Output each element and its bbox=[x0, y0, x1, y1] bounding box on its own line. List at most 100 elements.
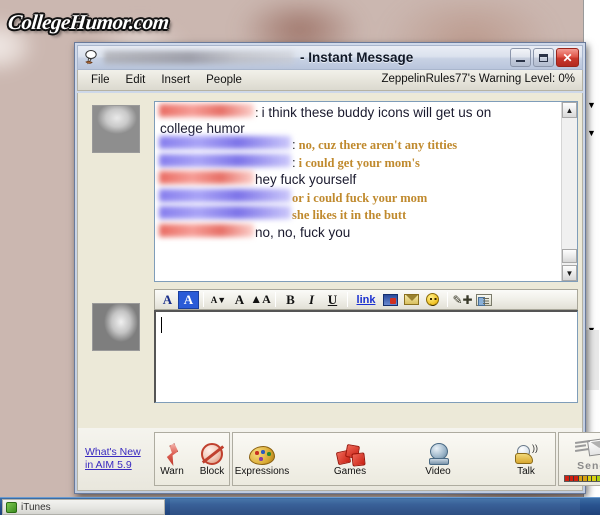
insert-smiley-button[interactable] bbox=[422, 291, 443, 309]
games-button[interactable]: Games bbox=[321, 441, 379, 477]
sender-colon: : bbox=[292, 137, 296, 153]
text-caret bbox=[161, 317, 162, 333]
remote-buddy-icon[interactable] bbox=[92, 105, 140, 153]
remote-buddy-icon-column bbox=[78, 93, 154, 288]
sender-name-blurred bbox=[159, 223, 254, 237]
message-text: i could get your mom's bbox=[298, 155, 420, 170]
menu-people[interactable]: People bbox=[199, 73, 251, 88]
font-size-larger-button[interactable]: ▲A bbox=[250, 291, 271, 309]
whats-new-block[interactable]: What's New in AIM 5.9 bbox=[78, 428, 154, 490]
menu-edit[interactable]: Edit bbox=[119, 73, 155, 88]
window-controls: ✕ bbox=[510, 48, 579, 67]
whats-new-link-line2[interactable]: in AIM 5.9 bbox=[85, 459, 154, 472]
person-speaking-icon: )) bbox=[515, 443, 538, 465]
sender-name-blurred bbox=[159, 188, 291, 202]
underline-icon: U bbox=[327, 291, 338, 307]
background-color-a-icon: A bbox=[183, 291, 194, 307]
itunes-icon bbox=[6, 501, 17, 513]
menu-bar: File Edit Insert People ZeppelinRules77'… bbox=[77, 70, 583, 91]
minimize-icon bbox=[516, 59, 525, 62]
video-label: Video bbox=[425, 466, 451, 477]
blurred-screen-names bbox=[104, 51, 294, 64]
sender-name-blurred bbox=[159, 171, 254, 185]
webcam-icon bbox=[428, 443, 449, 465]
talk-icon-wrap: )) bbox=[515, 441, 538, 465]
taskbar-item-itunes[interactable]: iTunes bbox=[2, 499, 165, 515]
games-label: Games bbox=[333, 466, 367, 477]
page-scroll-arrow-icon[interactable]: ▼ bbox=[585, 128, 598, 138]
sound-waves-icon: )) bbox=[532, 443, 538, 453]
video-icon-wrap bbox=[428, 441, 449, 465]
instant-message-window: - Instant Message ✕ File Edit Insert Peo… bbox=[74, 42, 600, 494]
font-size-normal-button[interactable]: A bbox=[229, 291, 250, 309]
message-text-continuation: college humor bbox=[160, 120, 245, 136]
business-card-button[interactable] bbox=[473, 291, 494, 309]
block-circle-slash-icon bbox=[201, 443, 223, 465]
large-a-up-icon: ▲A bbox=[250, 292, 271, 306]
background-color-button[interactable]: A bbox=[178, 290, 199, 309]
windows-taskbar: iTunes bbox=[0, 497, 600, 515]
insert-mail-button[interactable] bbox=[401, 291, 422, 309]
maximize-icon bbox=[539, 53, 548, 62]
scroll-down-icon[interactable]: ▼ bbox=[562, 265, 577, 281]
hyperlink-button[interactable]: link bbox=[352, 291, 380, 309]
close-button[interactable]: ✕ bbox=[556, 48, 579, 67]
block-button[interactable]: Block bbox=[195, 441, 229, 477]
taskbar-empty-area bbox=[170, 499, 580, 515]
smiley-icon bbox=[426, 293, 439, 306]
menu-file[interactable]: File bbox=[84, 73, 119, 88]
features-panel: Expressions Games Video )) Talk bbox=[232, 432, 556, 486]
italic-button[interactable]: I bbox=[301, 291, 322, 309]
screenshot-root: CollegeHumor.com ▼ ▼ ▼ ▼ - Instant Messa… bbox=[0, 0, 600, 515]
message-input[interactable] bbox=[154, 310, 578, 403]
maximize-button[interactable] bbox=[533, 48, 554, 67]
warn-label: Warn bbox=[160, 466, 184, 477]
message-row: or i could fuck your mom bbox=[159, 188, 557, 206]
toolbar-separator bbox=[347, 292, 348, 307]
block-label: Block bbox=[199, 466, 225, 477]
whats-new-link-line1[interactable]: What's New bbox=[85, 446, 154, 459]
warn-button[interactable]: Warn bbox=[155, 441, 189, 477]
paint-palette-icon bbox=[249, 446, 275, 465]
local-buddy-icon-column bbox=[78, 289, 154, 351]
page-scroll-arrow-icon[interactable]: ▼ bbox=[585, 100, 598, 110]
sender-colon: : bbox=[292, 154, 296, 170]
send-panel[interactable]: Send bbox=[558, 432, 600, 486]
video-button[interactable]: Video bbox=[409, 441, 467, 477]
scroll-up-icon[interactable]: ▲ bbox=[562, 102, 577, 118]
motion-lines-icon bbox=[574, 439, 591, 454]
message-scrollbar[interactable]: ▲ ▼ bbox=[561, 102, 577, 281]
message-text: no, no, fuck you bbox=[255, 224, 351, 240]
scrollbar-thumb[interactable] bbox=[562, 249, 577, 263]
talk-button[interactable]: )) Talk bbox=[497, 441, 555, 477]
window-titlebar[interactable]: - Instant Message ✕ bbox=[77, 45, 583, 70]
message-row: no, no, fuck you bbox=[159, 223, 557, 241]
typing-meter bbox=[564, 475, 600, 482]
talk-label: Talk bbox=[517, 466, 535, 477]
warn-block-panel: Warn Block bbox=[154, 432, 230, 486]
lightning-bolt-icon bbox=[164, 442, 180, 466]
bold-button[interactable]: B bbox=[280, 291, 301, 309]
send-label: Send bbox=[577, 460, 600, 472]
message-row: : i could get your mom's bbox=[159, 153, 557, 171]
link-icon: link bbox=[356, 293, 376, 306]
games-icon-wrap bbox=[335, 441, 366, 467]
sender-name-blurred bbox=[159, 153, 291, 167]
message-list: : i think these buddy icons will get us … bbox=[155, 102, 561, 281]
buddy-info-button[interactable]: ✎✚ bbox=[452, 291, 473, 309]
font-size-smaller-button[interactable]: A▼ bbox=[208, 291, 229, 309]
font-color-button[interactable]: A bbox=[157, 291, 178, 309]
minimize-button[interactable] bbox=[510, 48, 531, 67]
underline-button[interactable]: U bbox=[322, 291, 343, 309]
message-text: i think these buddy icons will get us on bbox=[261, 105, 492, 120]
expressions-icon-wrap bbox=[249, 441, 275, 465]
page-scroll-thumb[interactable] bbox=[584, 330, 599, 390]
window-body: : i think these buddy icons will get us … bbox=[77, 93, 600, 491]
menu-insert[interactable]: Insert bbox=[154, 73, 199, 88]
insert-image-button[interactable] bbox=[380, 291, 401, 309]
expressions-button[interactable]: Expressions bbox=[233, 441, 291, 477]
italic-icon: I bbox=[308, 291, 315, 307]
pen-plus-icon: ✎✚ bbox=[452, 292, 473, 307]
message-text: or i could fuck your mom bbox=[292, 190, 428, 205]
local-buddy-icon[interactable] bbox=[92, 303, 140, 351]
